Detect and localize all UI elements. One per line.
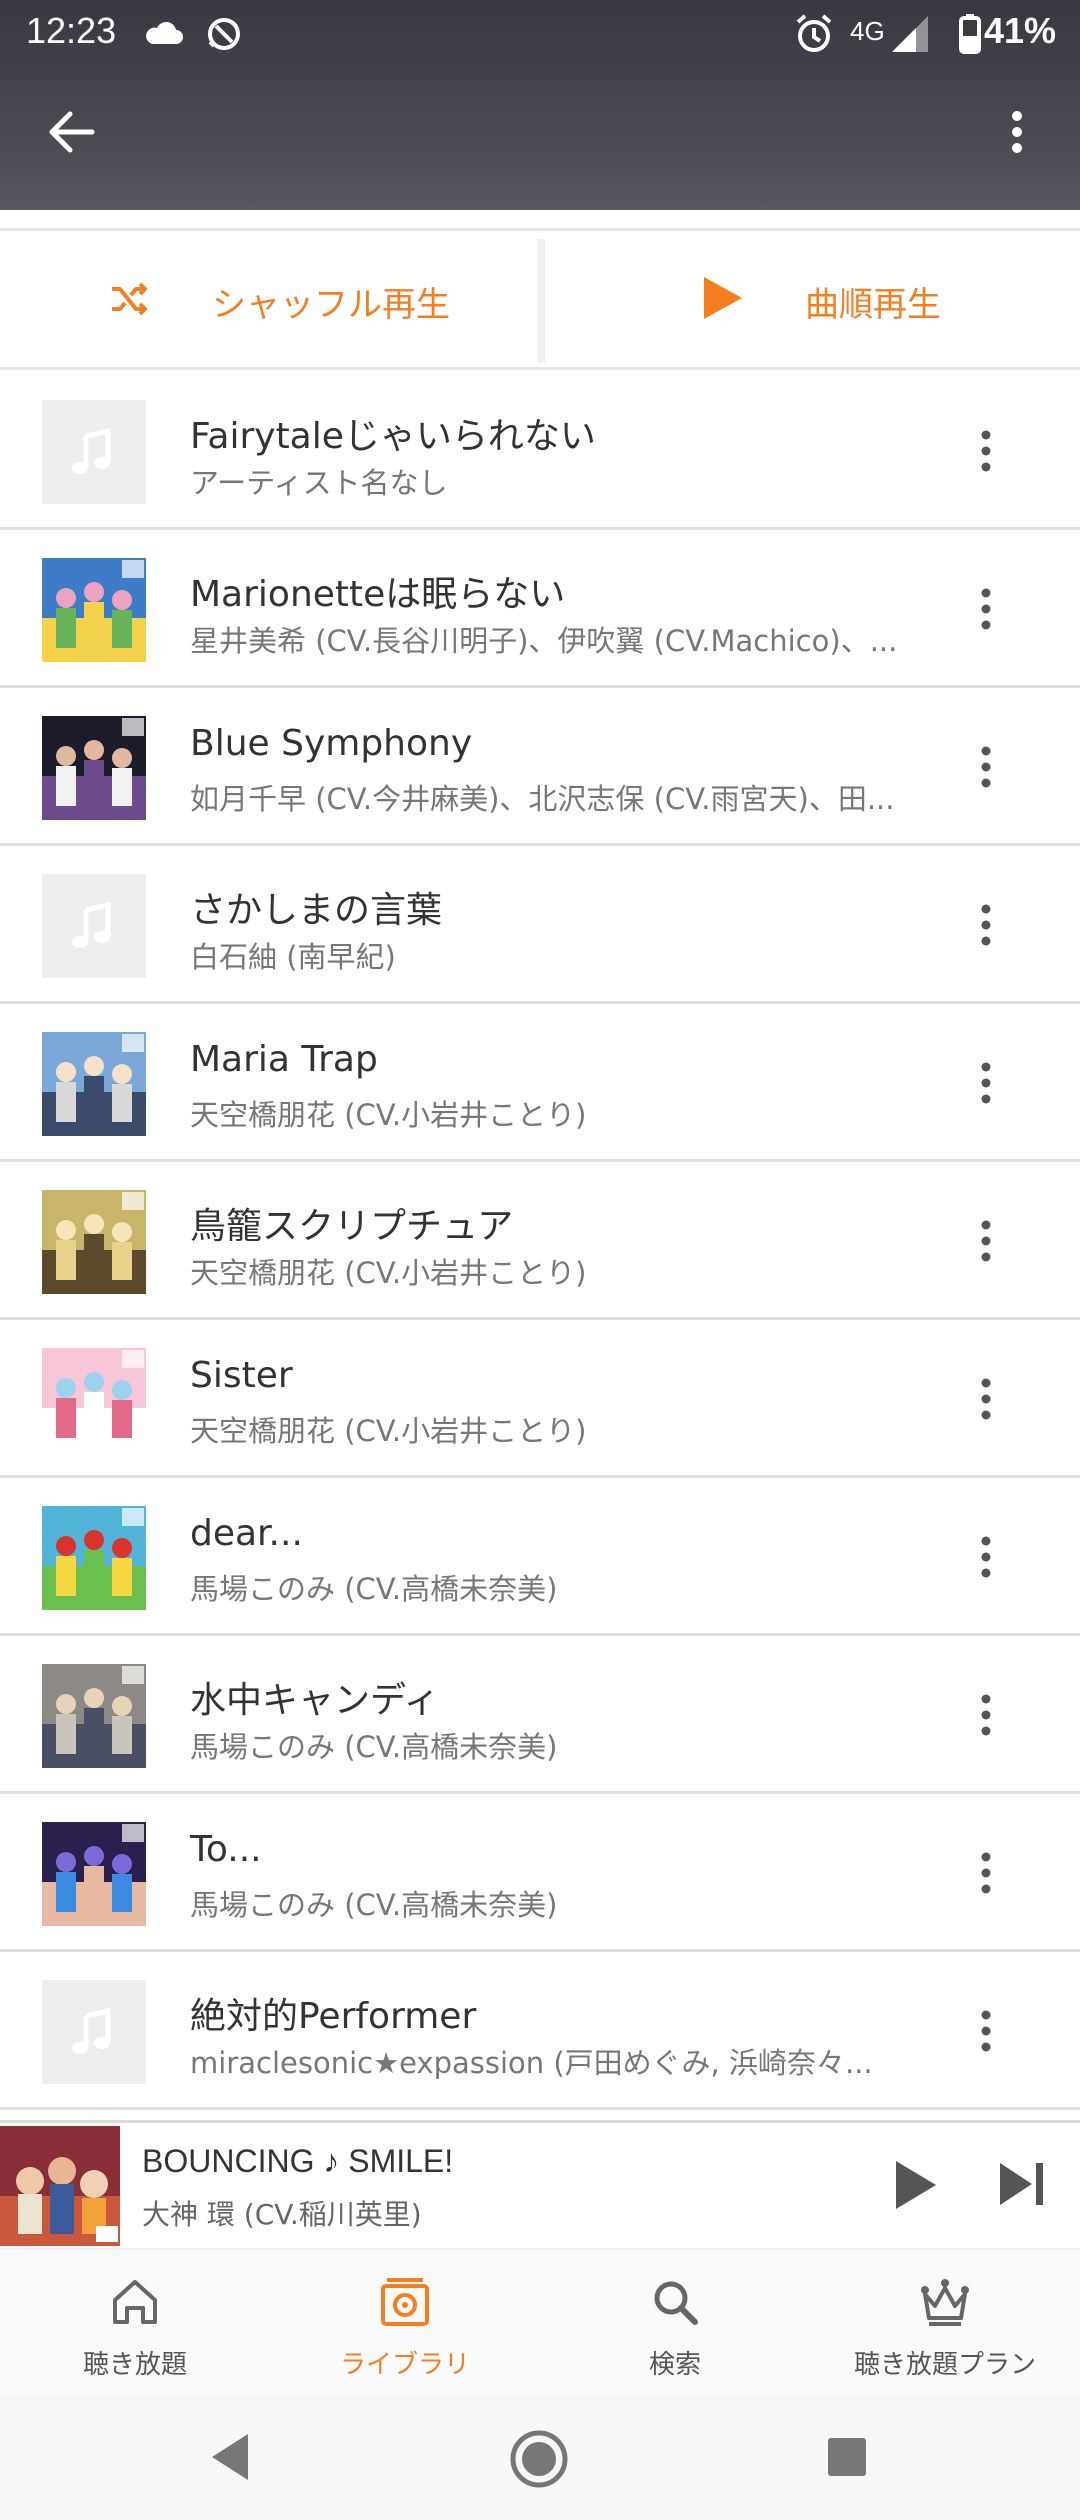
more-vert-icon[interactable] [966,890,1006,960]
track-row[interactable]: Marionetteは眠らない星井美希 (CV.長谷川明子)、伊吹翼 (CV.M… [0,530,1080,688]
now-playing-artwork[interactable] [0,2126,120,2246]
now-playing-title: BOUNCING ♪ SMILE! [142,2143,454,2179]
home-icon [113,2280,157,2324]
track-row[interactable]: Blue Symphony 如月千早 (CV.今井麻美)、北沢志保 (CV.雨宮天… [0,688,1080,846]
order-play-button[interactable]: 曲順再生 [545,231,1080,367]
track-title: Marionetteは眠らない [190,574,566,615]
skip-next-icon[interactable] [996,2159,1048,2209]
status-time: 12:23 [26,10,117,51]
system-recents-icon[interactable] [826,2436,868,2478]
more-vert-icon[interactable] [966,574,1006,644]
track-artist: 馬場このみ (CV.高橋未奈美) [190,1572,558,1606]
more-vert-icon[interactable] [966,416,1006,486]
network-type: 4G [850,16,885,46]
more-vert-icon[interactable] [966,732,1006,802]
more-vert-icon[interactable] [966,1206,1006,1276]
music-note-icon [42,874,146,978]
mini-player[interactable]: BOUNCING ♪ SMILE! 大神 環 (CV.稲川英里) [0,2120,1080,2246]
track-artist: 天空橋朋花 (CV.小岩井ことり) [190,1414,587,1448]
album-artwork [42,1664,146,1768]
now-playing-artist: 大神 環 (CV.稲川英里) [142,2198,422,2231]
track-title: To... [190,1829,262,1870]
shuffle-play-button[interactable]: シャッフル再生 [0,231,537,367]
track-row[interactable]: Maria Trap 天空橋朋花 (CV.小岩井ことり) [0,1004,1080,1162]
track-artist: 馬場このみ (CV.高橋未奈美) [190,1888,558,1922]
track-artist: 白石紬 (南早紀) [190,940,396,974]
more-vert-icon[interactable] [966,1680,1006,1750]
track-artist: 天空橋朋花 (CV.小岩井ことり) [190,1098,587,1132]
nav-item-library[interactable]: ライブラリ [270,2250,540,2396]
more-vert-icon[interactable] [966,1996,1006,2066]
track-title: Sister [190,1355,293,1396]
signal-icon [892,16,928,52]
track-artist: 天空橋朋花 (CV.小岩井ことり) [190,1256,587,1290]
library-icon [381,2278,429,2326]
track-title: 鳥籠スクリプチュア [190,1206,514,1247]
arrow-left-icon[interactable] [40,100,104,164]
system-navigation-bar [0,2394,1080,2520]
track-row[interactable]: さかしまの言葉白石紬 (南早紀) [0,846,1080,1004]
track-title: 絶対的Performer [190,1996,477,2037]
nav-label: ライブラリ [339,2350,470,2380]
nav-item-unlimited[interactable]: 聴き放題 [0,2250,270,2396]
track-row[interactable]: Fairytaleじゃいられないアーティスト名なし [0,372,1080,530]
play-controls-bar: シャッフル再生 曲順再生 [0,228,1080,370]
album-artwork [42,1506,146,1610]
shuffle-play-label: シャッフル再生 [212,285,450,325]
track-title: 水中キャンディ [190,1680,440,1721]
track-artist: 星井美希 (CV.長谷川明子)、伊吹翼 (CV.Machico)、... [190,624,898,658]
track-artist: 馬場このみ (CV.高橋未奈美) [190,1730,558,1764]
track-title: さかしまの言葉 [190,890,443,931]
sync-icon [208,18,240,50]
cloud-icon [146,21,183,44]
system-back-icon[interactable] [206,2430,256,2484]
crown-icon [921,2279,969,2326]
order-play-label: 曲順再生 [805,285,941,325]
system-home-icon[interactable] [508,2428,570,2490]
album-artwork [42,1348,146,1452]
search-icon [654,2281,698,2325]
track-list: Fairytaleじゃいられない アーティスト名なし Marionetteは眠らない… [0,372,1080,2110]
track-row[interactable]: 水中キャンディ馬場このみ (CV.高橋未奈美) [0,1636,1080,1794]
track-row[interactable]: 鳥籠スクリプチュア天空橋朋花 (CV.小岩井ことり) [0,1162,1080,1320]
track-row[interactable]: To... 馬場このみ (CV.高橋未奈美) [0,1794,1080,1952]
more-vert-icon[interactable] [966,1048,1006,1118]
divider [537,239,545,363]
nav-item-unlimited-plan[interactable]: 聴き放題プラン [810,2250,1080,2396]
app-header: 12:23 4G 41% [0,0,1080,210]
track-artist: アーティスト名なし [190,466,448,500]
track-title: Blue Symphony [190,723,473,764]
play-icon[interactable] [890,2157,940,2213]
more-vert-icon[interactable] [966,1364,1006,1434]
album-artwork [42,1190,146,1294]
bottom-navigation: 聴き放題 ライブラリ 検索 聴き放題プラン [0,2248,1080,2394]
status-bar: 12:23 4G 41% [0,0,1080,70]
track-row[interactable]: dear... 馬場このみ (CV.高橋未奈美) [0,1478,1080,1636]
alarm-icon [796,14,832,52]
track-title: Maria Trap [190,1039,378,1080]
track-artist: miraclesonic★expassion (戸田めぐみ, 浜崎奈々... [190,2046,873,2080]
track-row[interactable]: Sister 天空橋朋花 (CV.小岩井ことり) [0,1320,1080,1478]
track-row[interactable]: 絶対的Performer miraclesonic★expassion (戸田めぐ… [0,1952,1080,2110]
more-vert-icon[interactable] [966,1522,1006,1592]
track-title: Fairytaleじゃいられない [190,416,596,457]
album-artwork [42,716,146,820]
track-title: dear... [190,1513,303,1554]
music-note-icon [42,1980,146,2084]
album-artwork [42,1032,146,1136]
play-icon [704,277,742,319]
more-vert-icon[interactable] [990,100,1044,164]
music-note-icon [42,400,146,504]
album-artwork [42,1822,146,1926]
nav-label: 検索 [648,2350,701,2380]
album-artwork [42,558,146,662]
battery-level: 41% [984,10,1057,51]
shuffle-icon [112,282,147,316]
more-vert-icon[interactable] [966,1838,1006,1908]
nav-item-search[interactable]: 検索 [540,2250,810,2396]
nav-label: 聴き放題 [82,2350,187,2380]
nav-label: 聴き放題プラン [853,2350,1036,2380]
track-artist: 如月千早 (CV.今井麻美)、北沢志保 (CV.雨宮天)、田... [190,782,895,816]
